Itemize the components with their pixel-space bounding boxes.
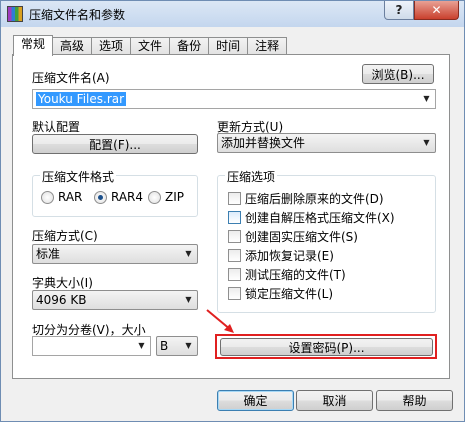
chevron-down-icon[interactable]: ▼ xyxy=(418,134,435,152)
tab-options[interactable]: 选项 xyxy=(91,37,132,55)
window-title: 压缩文件名和参数 xyxy=(29,8,126,22)
option-lock-archive[interactable]: 锁定压缩文件(L) xyxy=(228,285,333,302)
tab-files[interactable]: 文件 xyxy=(130,37,171,55)
archive-name-label: 压缩文件名(A) xyxy=(32,71,110,85)
radio-checked-icon xyxy=(94,190,107,204)
tab-backup[interactable]: 备份 xyxy=(169,37,210,55)
tab-time[interactable]: 时间 xyxy=(208,37,249,55)
dict-size-label: 字典大小(I) xyxy=(32,276,93,290)
default-config-label: 默认配置 xyxy=(32,120,81,134)
option-delete-after[interactable]: 压缩后删除原来的文件(D) xyxy=(228,190,384,207)
chevron-down-icon[interactable]: ▼ xyxy=(180,337,197,355)
tab-strip: 常规 高级 选项 文件 备份 时间 注释 xyxy=(13,35,288,56)
chevron-down-icon[interactable]: ▼ xyxy=(180,245,197,263)
winrar-app-icon xyxy=(7,6,23,22)
tab-advanced[interactable]: 高级 xyxy=(52,37,93,55)
cancel-button[interactable]: 取消 xyxy=(296,390,373,411)
option-test-files[interactable]: 测试压缩的文件(T) xyxy=(228,266,346,283)
method-select[interactable]: 标准 ▼ xyxy=(32,244,198,264)
checkbox-icon xyxy=(228,192,241,205)
checkbox-icon xyxy=(228,211,241,224)
annotation-arrow-icon xyxy=(206,309,234,333)
ok-button[interactable]: 确定 xyxy=(217,390,294,411)
title-bar[interactable]: 压缩文件名和参数 ? ✕ xyxy=(1,1,464,27)
archive-name-input[interactable]: Youku Files.rar ▼ xyxy=(32,89,436,109)
checkbox-icon xyxy=(228,249,241,262)
archive-name-value: Youku Files.rar xyxy=(36,92,127,106)
split-unit-value: B xyxy=(160,339,169,353)
chevron-down-icon[interactable]: ▼ xyxy=(180,291,197,309)
update-mode-select[interactable]: 添加并替换文件 ▼ xyxy=(217,133,436,153)
format-group-title: 压缩文件格式 xyxy=(40,168,117,185)
dict-size-select[interactable]: 4096 KB ▼ xyxy=(32,290,198,310)
config-button[interactable]: 配置(F)... xyxy=(32,134,198,154)
format-radio-rar4[interactable]: RAR4 xyxy=(94,190,143,204)
radio-icon xyxy=(41,190,54,204)
help-title-button[interactable]: ? xyxy=(384,1,414,20)
set-password-button[interactable]: 设置密码(P)... xyxy=(220,338,433,356)
option-create-sfx[interactable]: 创建自解压格式压缩文件(X) xyxy=(228,209,395,226)
checkbox-icon xyxy=(228,230,241,243)
split-size-input[interactable]: ▼ xyxy=(32,336,151,356)
help-button[interactable]: 帮助 xyxy=(376,390,453,411)
title-buttons: ? ✕ xyxy=(384,1,459,20)
tab-comment[interactable]: 注释 xyxy=(247,37,288,55)
options-group-title: 压缩选项 xyxy=(225,168,278,185)
option-recovery-record[interactable]: 添加恢复记录(E) xyxy=(228,247,334,264)
browse-button[interactable]: 浏览(B)... xyxy=(362,64,434,84)
chevron-down-icon[interactable]: ▼ xyxy=(418,90,435,108)
option-solid-archive[interactable]: 创建固实压缩文件(S) xyxy=(228,228,358,245)
tab-general[interactable]: 常规 xyxy=(13,35,54,56)
radio-icon xyxy=(148,190,161,204)
dialog-window: 压缩文件名和参数 ? ✕ 常规 高级 选项 文件 备份 时间 注释 压缩文件名(… xyxy=(0,0,465,422)
close-button[interactable]: ✕ xyxy=(414,1,459,20)
checkbox-icon xyxy=(228,287,241,300)
dict-size-value: 4096 KB xyxy=(36,293,87,307)
options-group: 压缩选项 压缩后删除原来的文件(D) 创建自解压格式压缩文件(X) 创建固实压缩… xyxy=(217,168,436,313)
split-unit-select[interactable]: B ▼ xyxy=(156,336,198,356)
method-label: 压缩方式(C) xyxy=(32,229,98,243)
chevron-down-icon[interactable]: ▼ xyxy=(133,337,150,355)
update-mode-value: 添加并替换文件 xyxy=(221,136,306,150)
method-value: 标准 xyxy=(36,247,61,261)
format-group: 压缩文件格式 RAR RAR4 ZIP xyxy=(32,168,198,217)
checkbox-icon xyxy=(228,268,241,281)
format-radio-rar[interactable]: RAR xyxy=(41,190,82,204)
format-radio-zip[interactable]: ZIP xyxy=(148,190,184,204)
